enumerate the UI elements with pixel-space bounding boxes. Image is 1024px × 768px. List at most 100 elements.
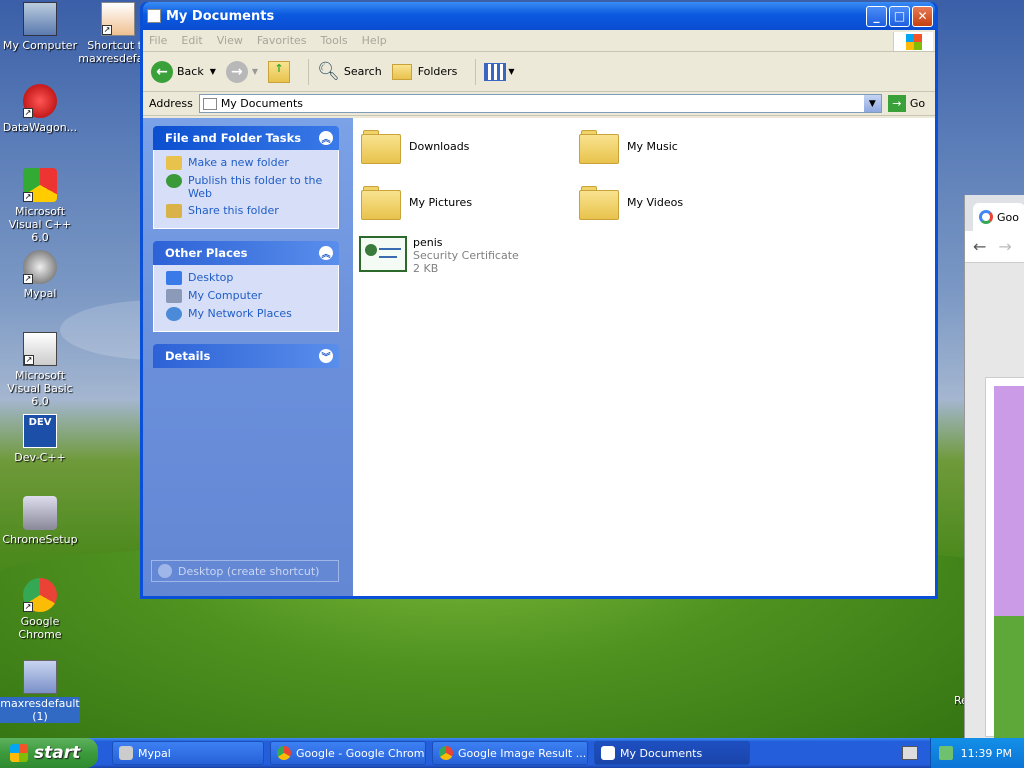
desktop-shortcut-drop[interactable]: Desktop (create shortcut): [151, 560, 339, 582]
file-certificate[interactable]: penis Security Certificate 2 KB: [359, 236, 519, 275]
folder-my-music[interactable]: My Music: [579, 128, 678, 164]
maximize-button[interactable]: □: [889, 5, 910, 27]
panel-header[interactable]: Details ︾: [153, 344, 339, 368]
menu-favorites[interactable]: Favorites: [257, 34, 307, 47]
up-folder-button[interactable]: ↑: [268, 60, 291, 83]
start-button[interactable]: start: [0, 738, 98, 768]
chevron-down-icon[interactable]: ▼: [210, 67, 216, 76]
search-button[interactable]: 🔍︎ Search: [317, 61, 382, 82]
desktop-icon-label: ChromeSetup: [2, 533, 78, 546]
menu-tools[interactable]: Tools: [321, 34, 348, 47]
chrome-window-background[interactable]: Goo ← →: [964, 195, 1024, 740]
desktop-icon-google-chrome[interactable]: ↗ Google Chrome: [0, 578, 80, 641]
file-folder-tasks-panel: File and Folder Tasks ︽ Make a new folde…: [153, 126, 339, 229]
taskbar-item-my-documents[interactable]: My Documents: [594, 741, 750, 765]
file-label: penis: [413, 236, 443, 249]
my-computer-icon: [23, 2, 57, 36]
back-arrow-icon[interactable]: ←: [973, 237, 986, 256]
address-bar: Address My Documents ▼ → Go: [143, 92, 935, 116]
folders-label: Folders: [417, 65, 458, 78]
image-region: [994, 616, 1024, 738]
task-pane: File and Folder Tasks ︽ Make a new folde…: [143, 118, 353, 596]
publish-folder-link[interactable]: Publish this folder to the Web: [166, 174, 332, 200]
visual-basic-icon: ↗: [23, 332, 57, 366]
place-label: My Computer: [188, 289, 263, 302]
share-folder-icon: [166, 204, 182, 218]
chevron-down-icon[interactable]: ▼: [508, 67, 514, 76]
menu-view[interactable]: View: [217, 34, 243, 47]
folder-downloads[interactable]: Downloads: [361, 128, 469, 164]
desktop-link[interactable]: Desktop: [166, 271, 332, 285]
task-label: Make a new folder: [188, 156, 289, 169]
desktop-icon-label: DataWagon...: [2, 121, 78, 134]
desktop-icon-label: Mypal: [23, 287, 57, 300]
desktop-icon-maxresdefault-1[interactable]: maxresdefault (1): [0, 660, 80, 723]
desktop-icon-visual-cpp[interactable]: ↗ Microsoft Visual C++ 6.0: [0, 168, 80, 244]
chevron-up-icon[interactable]: ︽: [319, 131, 333, 145]
chrome-tab[interactable]: Goo: [973, 203, 1024, 231]
my-network-places-link[interactable]: My Network Places: [166, 307, 332, 321]
desktop-icon-label: Google Chrome: [18, 615, 62, 641]
taskbar-item-chrome-image[interactable]: Google Image Result ...: [432, 741, 588, 765]
panel-header[interactable]: Other Places ︽: [153, 241, 339, 265]
visual-cpp-icon: ↗: [23, 168, 57, 202]
taskbar: start Mypal Google - Google Chrome Googl…: [0, 738, 1024, 768]
window-title: My Documents: [166, 8, 275, 24]
chevron-up-icon[interactable]: ︽: [319, 246, 333, 260]
close-button[interactable]: ✕: [912, 5, 933, 27]
shortcut-label: Desktop (create shortcut): [178, 564, 320, 578]
title-bar[interactable]: My Documents _ □ ✕: [143, 2, 935, 30]
chevron-down-icon[interactable]: ▼: [252, 67, 258, 76]
share-folder-link[interactable]: Share this folder: [166, 204, 332, 218]
keyboard-icon[interactable]: [902, 746, 918, 760]
chevron-down-icon[interactable]: ︾: [319, 349, 333, 363]
shortcut-icon: [158, 564, 172, 578]
taskbar-item-mypal[interactable]: Mypal: [112, 741, 264, 765]
taskbar-item-chrome[interactable]: Google - Google Chrome: [270, 741, 426, 765]
folder-icon: [361, 128, 401, 164]
file-type: Security Certificate: [413, 249, 519, 262]
network-tray-icon[interactable]: [938, 746, 953, 760]
go-button[interactable]: → Go: [887, 95, 925, 112]
videos-folder-icon: [579, 184, 619, 220]
desktop-icon-dev-cpp[interactable]: DEV Dev-C++: [0, 414, 80, 464]
menu-edit[interactable]: Edit: [181, 34, 202, 47]
address-input[interactable]: My Documents ▼: [198, 94, 882, 113]
file-size: 2 KB: [413, 262, 439, 275]
chrome-nav-bar: ← →: [965, 231, 1024, 263]
folder-my-pictures[interactable]: My Pictures: [361, 184, 472, 220]
views-button[interactable]: ▼: [484, 62, 515, 81]
chrome-icon: [439, 746, 453, 760]
my-computer-link[interactable]: My Computer: [166, 289, 332, 303]
menu-file[interactable]: File: [149, 34, 167, 47]
clock[interactable]: 11:39 PM: [961, 747, 1012, 760]
desktop-icon-visual-basic[interactable]: ↗ Microsoft Visual Basic 6.0: [0, 332, 80, 408]
go-arrow-icon: →: [887, 95, 906, 112]
other-places-panel: Other Places ︽ Desktop My Computer My Ne…: [153, 241, 339, 332]
file-label: My Music: [627, 140, 678, 153]
folders-button[interactable]: Folders: [391, 63, 458, 80]
search-icon: 🔍︎: [317, 61, 340, 82]
google-icon: [979, 210, 993, 224]
panel-header[interactable]: File and Folder Tasks ︽: [153, 126, 339, 150]
minimize-button[interactable]: _: [866, 5, 887, 27]
menu-help[interactable]: Help: [362, 34, 387, 47]
explorer-body: File and Folder Tasks ︽ Make a new folde…: [143, 118, 935, 596]
folders-icon: [391, 63, 412, 80]
windows-logo-icon: [893, 32, 933, 51]
desktop-icon-datawagon[interactable]: ↗ DataWagon...: [0, 84, 80, 134]
desktop-icon-chrome-setup[interactable]: ChromeSetup: [0, 496, 80, 546]
views-icon: [484, 62, 507, 81]
make-new-folder-link[interactable]: Make a new folder: [166, 156, 332, 170]
forward-arrow-icon[interactable]: →: [998, 237, 1011, 256]
folder-my-videos[interactable]: My Videos: [579, 184, 683, 220]
forward-button[interactable]: → ▼: [225, 60, 258, 83]
mypal-icon: [119, 746, 133, 760]
chrome-page-image: [985, 377, 1024, 738]
desktop-icon-my-computer[interactable]: My Computer: [0, 2, 80, 52]
folder-icon: [202, 97, 217, 110]
desktop-icon-mypal[interactable]: ↗ Mypal: [0, 250, 80, 300]
back-button[interactable]: ← Back ▼: [151, 60, 216, 83]
folder-icon: [147, 9, 161, 23]
chevron-down-icon[interactable]: ▼: [863, 95, 881, 112]
